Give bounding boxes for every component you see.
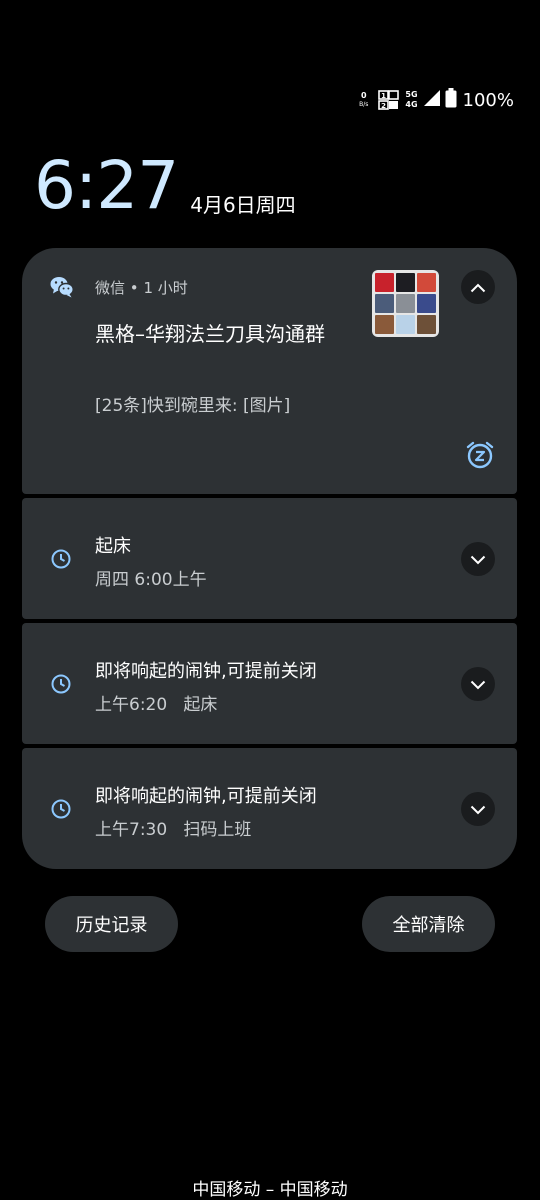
- notification-message: [25条]快到碗里来: [图片]: [95, 396, 291, 416]
- chevron-down-icon: [470, 800, 486, 819]
- history-button[interactable]: 历史记录: [45, 896, 178, 952]
- notification-wechat[interactable]: 微信 • 1 小时 黑格–华翔法兰刀具沟通群 [25条]快到碗里来: [图片]: [22, 248, 517, 494]
- notification-title: 即将响起的闹钟,可提前关闭: [95, 786, 317, 807]
- collapse-button[interactable]: [461, 270, 495, 304]
- notification-upcoming-alarm-1[interactable]: 即将响起的闹钟,可提前关闭 上午6:20 起床: [22, 623, 517, 744]
- clear-all-button[interactable]: 全部清除: [362, 896, 495, 952]
- svg-text:1: 1: [381, 92, 386, 100]
- meta-separator: •: [129, 279, 139, 297]
- notification-upcoming-alarm-2[interactable]: 即将响起的闹钟,可提前关闭 上午7:30 扫码上班: [22, 748, 517, 869]
- expand-button[interactable]: [461, 542, 495, 576]
- time-display: 6:27: [34, 147, 179, 224]
- clock-icon: [50, 798, 72, 824]
- network-speed-unit: B/s: [359, 101, 369, 108]
- lockscreen-clock: 6:27 4月6日周四: [34, 150, 296, 222]
- notification-title: 起床: [95, 536, 131, 557]
- network-speed-value: 0: [360, 91, 367, 100]
- wechat-icon: [50, 276, 74, 302]
- chevron-down-icon: [470, 675, 486, 694]
- clock-icon: [50, 548, 72, 574]
- notification-alarm-wakeup[interactable]: 起床 周四 6:00上午: [22, 498, 517, 619]
- notification-meta: 微信 • 1 小时: [95, 277, 188, 298]
- battery-percent: 100%: [462, 89, 514, 111]
- snooze-alarm-icon[interactable]: [465, 440, 495, 474]
- clock-icon: [50, 673, 72, 699]
- signal-icon: [423, 89, 441, 111]
- status-bar: 0 B/s 1 2 5G 4G 100%: [359, 86, 514, 114]
- network-speed: 0 B/s: [359, 91, 368, 109]
- date-display: 4月6日周四: [190, 193, 296, 217]
- expand-button[interactable]: [461, 667, 495, 701]
- chevron-up-icon: [470, 278, 486, 297]
- app-name: 微信: [95, 279, 126, 297]
- notification-text: 上午6:20 起床: [95, 695, 218, 715]
- notification-stack: 微信 • 1 小时 黑格–华翔法兰刀具沟通群 [25条]快到碗里来: [图片]: [22, 248, 517, 873]
- notification-text: 上午7:30 扫码上班: [95, 820, 252, 840]
- time-ago: 1 小时: [143, 279, 188, 297]
- carrier-label: 中国移动 – 中国移动: [192, 1180, 348, 1200]
- network-type: 5G 4G: [405, 90, 417, 110]
- chevron-down-icon: [470, 550, 486, 569]
- notification-title: 黑格–华翔法兰刀具沟通群: [95, 322, 325, 346]
- group-avatar: [372, 270, 439, 337]
- notification-text: 周四 6:00上午: [95, 570, 207, 590]
- dual-sim-icon: 1 2: [378, 90, 400, 110]
- notification-title: 即将响起的闹钟,可提前关闭: [95, 661, 317, 682]
- network-type-bottom: 4G: [405, 100, 418, 109]
- expand-button[interactable]: [461, 792, 495, 826]
- battery-icon: [445, 88, 457, 112]
- network-type-top: 5G: [405, 90, 418, 99]
- svg-text:2: 2: [381, 102, 386, 110]
